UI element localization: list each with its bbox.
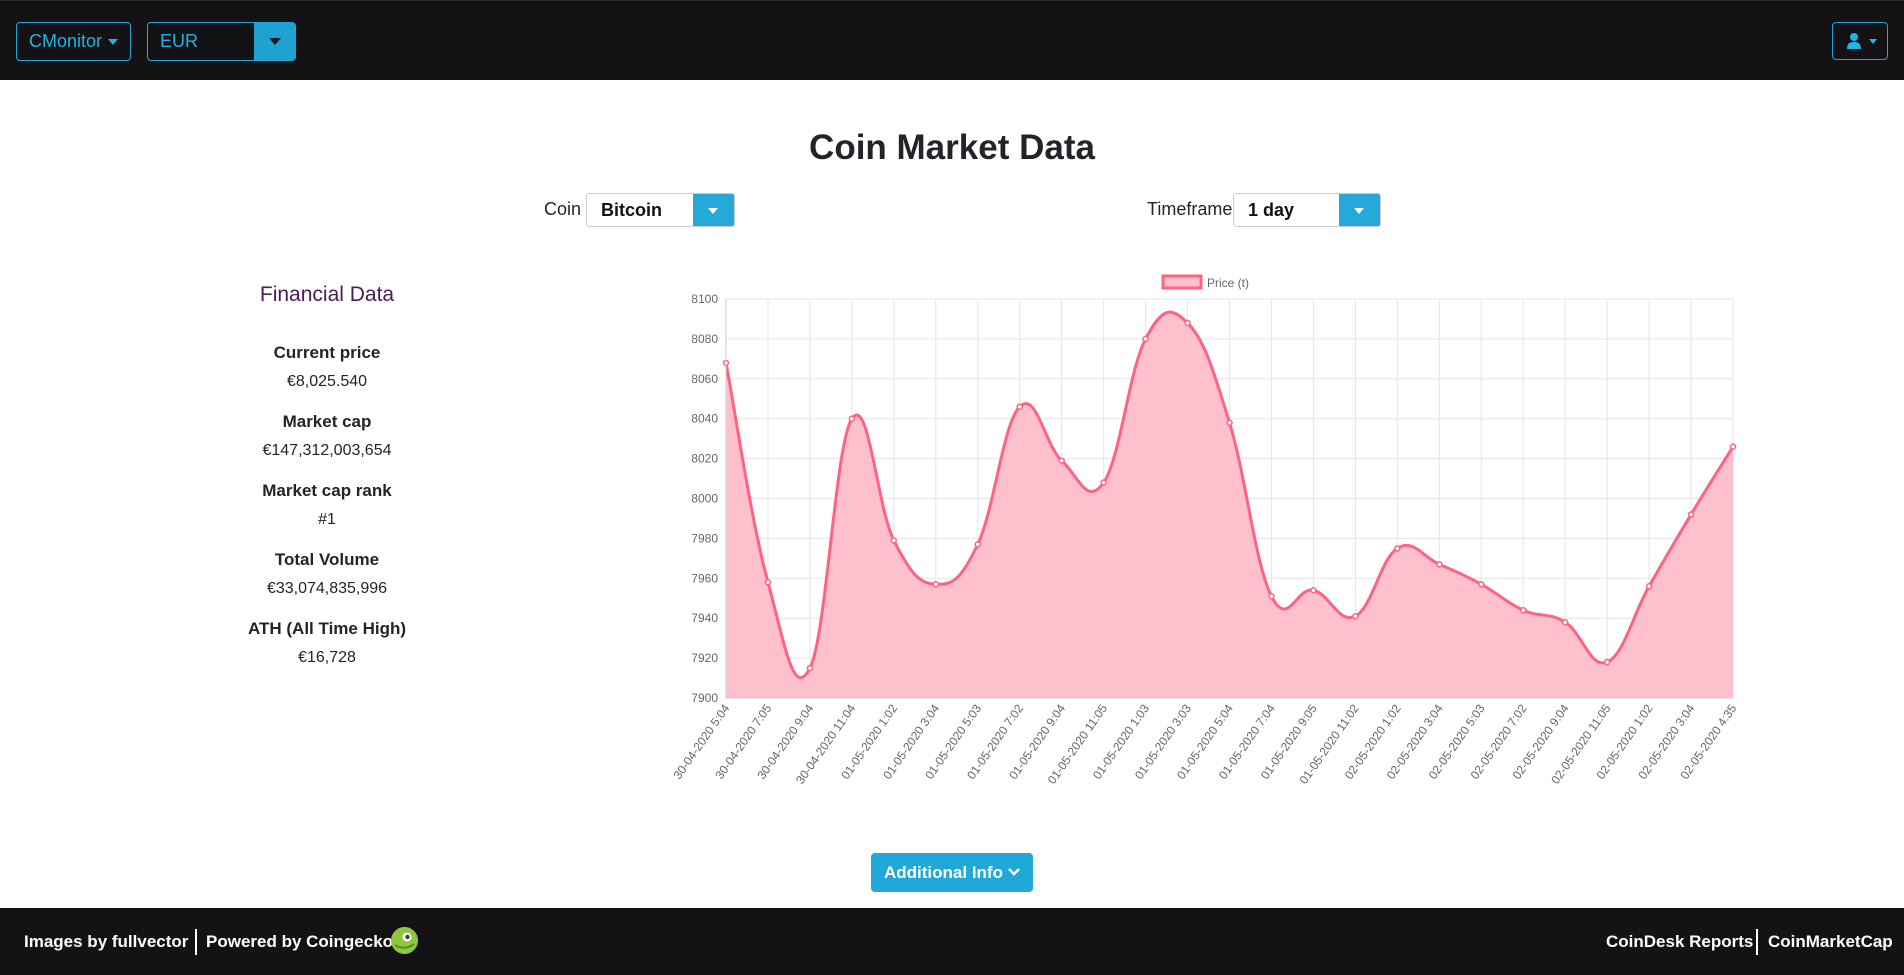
data-point bbox=[1645, 583, 1653, 590]
footer: Images by fullvector Powered by Coingeck… bbox=[0, 908, 1904, 975]
fin-label: Market cap rank bbox=[262, 481, 392, 500]
y-tick-label: 8080 bbox=[691, 332, 718, 346]
y-tick-label: 8060 bbox=[691, 372, 718, 386]
data-point bbox=[1561, 618, 1569, 626]
timeframe-label: Timeframe bbox=[1147, 199, 1233, 219]
fin-current-price: Current price €8,025.540 bbox=[177, 343, 477, 391]
fin-value: €8,025.540 bbox=[286, 373, 368, 390]
timeframe-dropdown-toggle[interactable] bbox=[1339, 194, 1380, 226]
user-menu-button[interactable] bbox=[1832, 22, 1888, 60]
data-point bbox=[1142, 335, 1149, 343]
fin-value: €16,728 bbox=[298, 649, 356, 666]
y-tick-label: 8040 bbox=[691, 412, 718, 426]
coin-value: Bitcoin bbox=[601, 200, 662, 220]
footer-separator bbox=[1756, 929, 1758, 955]
fin-total-volume: Total Volume €33,074,835,996 bbox=[177, 550, 477, 598]
data-point bbox=[1603, 658, 1611, 666]
data-point bbox=[1226, 419, 1233, 426]
fin-ath: ATH (All Time High) €16,728 bbox=[177, 619, 477, 667]
chevron-down-icon bbox=[269, 38, 281, 45]
user-icon bbox=[1847, 33, 1861, 49]
coingecko-logo-icon[interactable] bbox=[391, 927, 418, 954]
fin-market-cap: Market cap €147,312,003,654 bbox=[177, 412, 477, 460]
data-point bbox=[1016, 403, 1023, 410]
data-point bbox=[1478, 581, 1485, 588]
y-tick-label: 8000 bbox=[691, 492, 718, 506]
coindesk-reports-link[interactable]: CoinDesk Reports bbox=[1606, 932, 1753, 952]
chevron-down-icon bbox=[1008, 868, 1020, 876]
data-point bbox=[932, 581, 940, 588]
data-point bbox=[1058, 457, 1065, 464]
price-chart: 8100 8080 8060 8040 8020 8000 7980 7960 7940 7920… bbox=[670, 274, 1740, 787]
data-point bbox=[1352, 612, 1359, 620]
currency-select[interactable]: EUR bbox=[147, 22, 296, 61]
legend-swatch bbox=[1161, 274, 1203, 290]
data-point bbox=[1394, 545, 1401, 552]
coinmarketcap-link[interactable]: CoinMarketCap bbox=[1768, 932, 1893, 952]
data-point bbox=[974, 541, 981, 548]
data-point bbox=[1268, 593, 1275, 600]
fin-label: Current price bbox=[273, 343, 381, 362]
timeframe-select[interactable]: 1 day bbox=[1233, 193, 1381, 227]
data-point bbox=[1729, 443, 1737, 450]
page-title: Coin Market Data bbox=[809, 128, 1095, 167]
y-tick-label: 7900 bbox=[691, 691, 718, 705]
data-point bbox=[806, 664, 814, 672]
data-point bbox=[1687, 511, 1695, 518]
financial-data-title: Financial Data bbox=[259, 283, 395, 306]
powered-by-link[interactable]: Powered by Coingecko bbox=[206, 932, 393, 952]
y-tick-label: 7980 bbox=[691, 531, 718, 545]
timeframe-value: 1 day bbox=[1248, 200, 1295, 220]
data-point bbox=[1519, 606, 1527, 614]
y-tick-label: 7940 bbox=[691, 611, 718, 625]
fin-label: Market cap bbox=[282, 412, 372, 431]
y-tick-label: 8020 bbox=[691, 452, 718, 466]
data-point bbox=[1436, 561, 1443, 568]
fin-value: €33,074,835,996 bbox=[266, 580, 388, 597]
caret-down-icon bbox=[1869, 39, 1877, 44]
coin-label: Coin bbox=[544, 199, 582, 219]
data-point bbox=[890, 537, 898, 544]
fin-value: #1 bbox=[318, 511, 336, 528]
chevron-down-icon bbox=[1354, 208, 1364, 214]
data-point bbox=[1100, 479, 1107, 486]
additional-info-button[interactable]: Additional Info bbox=[871, 853, 1033, 892]
data-point bbox=[764, 579, 772, 586]
currency-dropdown-toggle[interactable] bbox=[254, 23, 295, 60]
brand-dropdown-button[interactable]: CMonitor bbox=[16, 22, 131, 61]
fin-market-cap-rank: Market cap rank #1 bbox=[177, 481, 477, 529]
brand-label: CMonitor bbox=[29, 31, 103, 51]
data-point bbox=[1310, 587, 1317, 594]
chevron-down-icon bbox=[708, 208, 718, 214]
coin-dropdown-toggle[interactable] bbox=[693, 194, 734, 226]
fin-label: Total Volume bbox=[274, 550, 380, 569]
fin-label: ATH (All Time High) bbox=[247, 619, 407, 638]
y-tick-label: 7960 bbox=[691, 571, 718, 585]
y-tick-label: 7920 bbox=[691, 651, 718, 665]
legend-label: Price (t) bbox=[1207, 276, 1249, 290]
caret-down-icon bbox=[108, 39, 118, 45]
y-tick-label: 8100 bbox=[691, 292, 718, 306]
coin-select[interactable]: Bitcoin bbox=[586, 193, 735, 227]
images-by-link[interactable]: Images by fullvector bbox=[24, 932, 188, 952]
data-point bbox=[848, 415, 856, 422]
data-point bbox=[1184, 319, 1191, 327]
currency-value: EUR bbox=[160, 31, 199, 51]
additional-info-label: Additional Info bbox=[884, 863, 1003, 882]
top-navbar: CMonitor EUR bbox=[0, 0, 1904, 80]
fin-value: €147,312,003,654 bbox=[262, 442, 392, 459]
footer-separator bbox=[195, 929, 197, 955]
